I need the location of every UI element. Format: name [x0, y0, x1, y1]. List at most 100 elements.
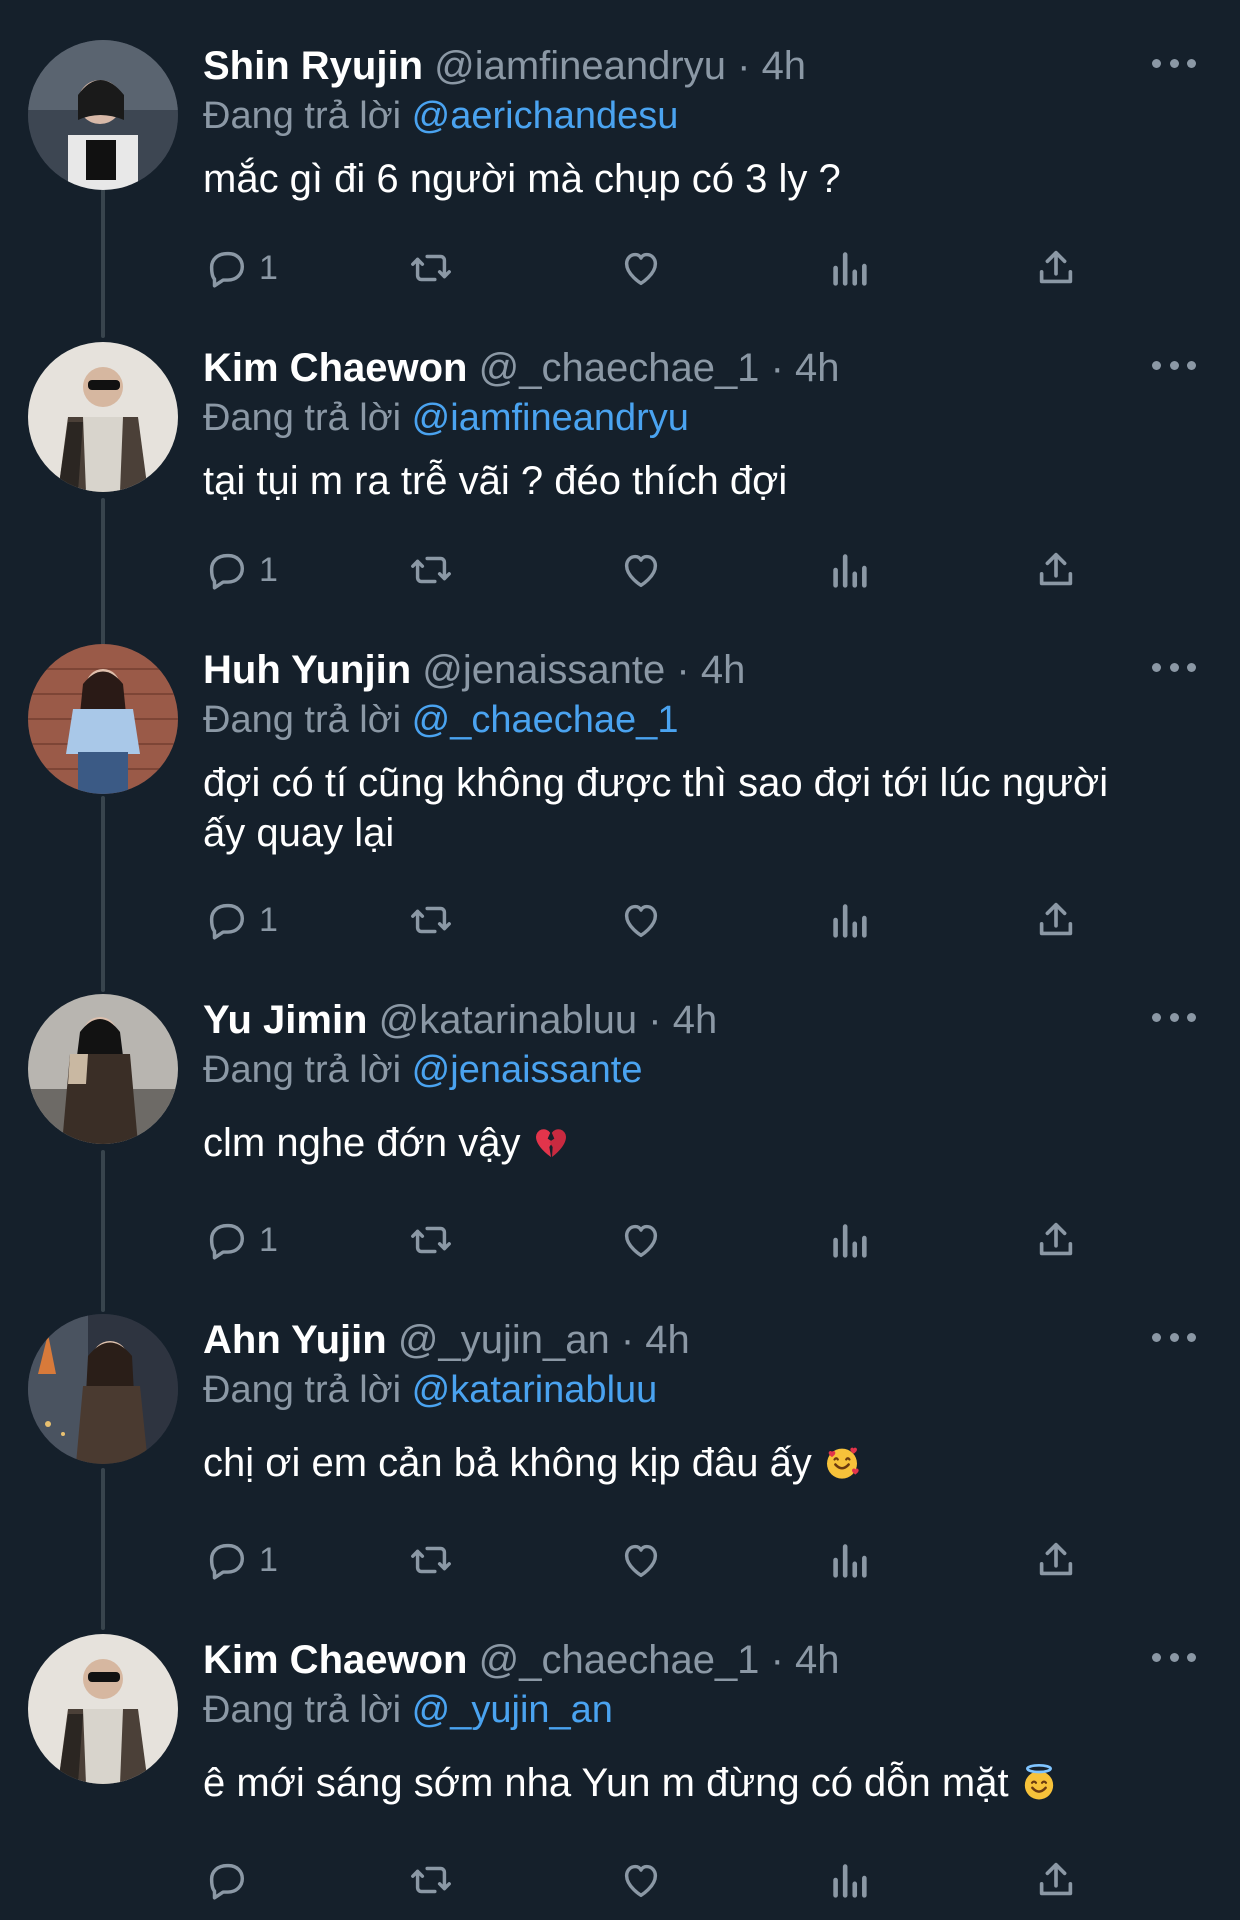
tweet-text: mắc gì đi 6 người mà chụp có 3 ly ? — [203, 157, 841, 201]
share-button[interactable] — [1033, 1532, 1079, 1588]
views-button[interactable] — [826, 1852, 872, 1908]
views-button[interactable] — [826, 240, 872, 296]
retweet-button[interactable] — [408, 892, 454, 948]
timestamp[interactable]: 4h — [645, 1318, 690, 1362]
views-icon — [833, 1224, 867, 1258]
reply-icon — [209, 903, 245, 940]
like-button[interactable] — [618, 892, 664, 948]
more-icon[interactable] — [1152, 350, 1196, 380]
views-button[interactable] — [826, 1532, 872, 1588]
share-button[interactable] — [1033, 892, 1079, 948]
reply-icon — [209, 1543, 245, 1580]
views-button[interactable] — [826, 892, 872, 948]
more-icon[interactable] — [1152, 48, 1196, 78]
action-bar: 1 — [203, 542, 1083, 598]
avatar[interactable] — [28, 1634, 178, 1784]
like-button[interactable] — [618, 542, 664, 598]
thread-line — [101, 1150, 105, 1312]
replying-to: Đang trả lời @_chaechae_1 — [203, 696, 1200, 744]
share-button[interactable] — [1033, 1852, 1079, 1908]
reply-count: 1 — [259, 550, 278, 589]
retweet-button[interactable] — [408, 1212, 454, 1268]
retweet-button[interactable] — [408, 1852, 454, 1908]
like-button[interactable] — [618, 240, 664, 296]
timestamp[interactable]: 4h — [673, 998, 718, 1042]
mention-link[interactable]: @_chaechae_1 — [412, 699, 679, 741]
action-bar — [203, 1852, 1083, 1908]
timestamp[interactable]: 4h — [701, 648, 746, 692]
views-icon — [833, 554, 867, 588]
author-handle[interactable]: @iamfineandryu — [434, 44, 726, 88]
avatar[interactable] — [28, 1314, 178, 1464]
share-button[interactable] — [1033, 542, 1079, 598]
retweet-icon — [411, 254, 451, 282]
like-button[interactable] — [618, 1532, 664, 1588]
retweet-icon — [411, 1546, 451, 1574]
views-button[interactable] — [826, 1212, 872, 1268]
author-name[interactable]: Ahn Yujin — [203, 1318, 387, 1362]
views-button[interactable] — [826, 542, 872, 598]
separator: · — [620, 1318, 635, 1362]
reply-button[interactable]: 1 — [203, 240, 278, 296]
heart-icon — [624, 252, 658, 286]
author-name[interactable]: Shin Ryujin — [203, 44, 423, 88]
reply-icon — [209, 1863, 245, 1900]
mention-link[interactable]: @aerichandesu — [412, 95, 679, 137]
reply-button[interactable]: 1 — [203, 542, 278, 598]
like-button[interactable] — [618, 1212, 664, 1268]
more-icon[interactable] — [1152, 1322, 1196, 1352]
reply-prefix: Đang trả lời — [203, 95, 402, 137]
avatar[interactable] — [28, 342, 178, 492]
author-handle[interactable]: @_chaechae_1 — [479, 346, 760, 390]
avatar[interactable] — [28, 644, 178, 794]
mention-link[interactable]: @_yujin_an — [412, 1689, 613, 1731]
avatar[interactable] — [28, 40, 178, 190]
more-icon[interactable] — [1152, 652, 1196, 682]
reply-button[interactable]: 1 — [203, 1532, 278, 1588]
reply-button[interactable]: 1 — [203, 1212, 278, 1268]
retweet-button[interactable] — [408, 1532, 454, 1588]
author-name[interactable]: Huh Yunjin — [203, 648, 411, 692]
tweet-text-content: clm nghe đớn vậy — [203, 1121, 521, 1165]
reply-prefix: Đang trả lời — [203, 1369, 402, 1411]
author-name[interactable]: Kim Chaewon — [203, 346, 467, 390]
author-handle[interactable]: @_chaechae_1 — [479, 1638, 760, 1682]
action-bar: 1 — [203, 892, 1083, 948]
share-button[interactable] — [1033, 240, 1079, 296]
author-handle[interactable]: @_yujin_an — [398, 1318, 610, 1362]
author-handle[interactable]: @jenaissante — [422, 648, 665, 692]
more-icon[interactable] — [1152, 1002, 1196, 1032]
thread-line — [101, 796, 105, 992]
tweet-text-content: chị ơi em cản bả không kịp đâu ấy — [203, 1441, 812, 1485]
mention-link[interactable]: @katarinabluu — [412, 1369, 658, 1411]
tweet-text: chị ơi em cản bả không kịp đâu ấy — [203, 1438, 1200, 1488]
timestamp[interactable]: 4h — [795, 1638, 840, 1682]
timestamp[interactable]: 4h — [762, 44, 807, 88]
author-handle[interactable]: @katarinabluu — [379, 998, 638, 1042]
reply-button[interactable]: 1 — [203, 892, 278, 948]
retweet-button[interactable] — [408, 542, 454, 598]
reply-prefix: Đang trả lời — [203, 1049, 402, 1091]
avatar[interactable] — [28, 994, 178, 1144]
mention-link[interactable]: @jenaissante — [412, 1049, 643, 1091]
tweet-text-line: ấy quay lại — [203, 811, 395, 855]
tweet-text-line: đợi có tí cũng không được thì sao đợi tớ… — [203, 761, 1109, 805]
action-bar: 1 — [203, 240, 1083, 296]
timestamp[interactable]: 4h — [795, 346, 840, 390]
reply-count: 1 — [259, 248, 278, 287]
action-bar: 1 — [203, 1212, 1083, 1268]
views-icon — [833, 252, 867, 286]
reply-prefix: Đang trả lời — [203, 699, 402, 741]
more-icon[interactable] — [1152, 1642, 1196, 1672]
mention-link[interactable]: @iamfineandryu — [412, 397, 689, 439]
heart-icon — [624, 1224, 658, 1258]
reply-button[interactable] — [203, 1852, 259, 1908]
thread-line — [101, 498, 105, 646]
retweet-icon — [411, 906, 451, 934]
share-button[interactable] — [1033, 1212, 1079, 1268]
author-name[interactable]: Yu Jimin — [203, 998, 368, 1042]
retweet-button[interactable] — [408, 240, 454, 296]
author-name[interactable]: Kim Chaewon — [203, 1638, 467, 1682]
like-button[interactable] — [618, 1852, 664, 1908]
replying-to: Đang trả lời @_yujin_an — [203, 1686, 1200, 1734]
